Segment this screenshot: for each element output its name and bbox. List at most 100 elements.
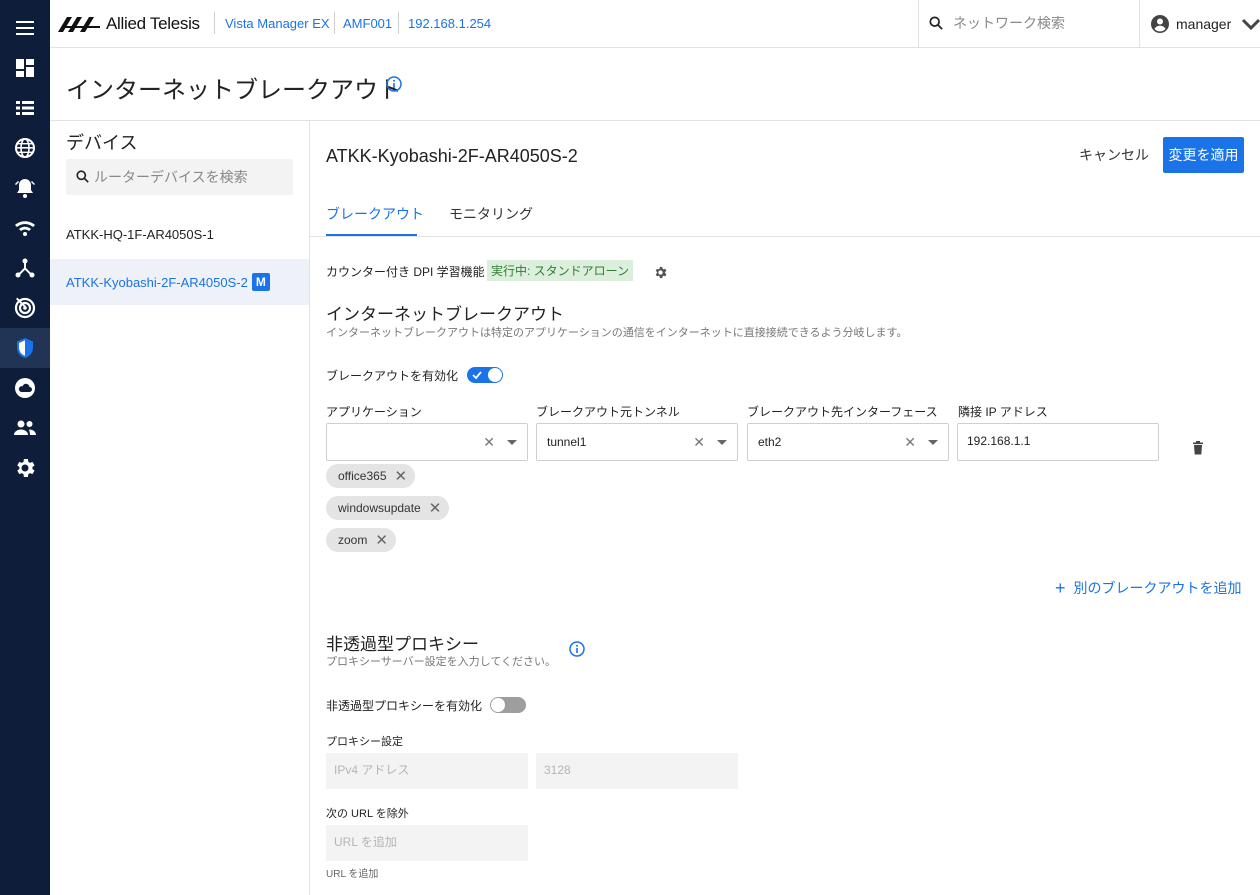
- app-chip: windowsupdate ✕: [326, 496, 450, 520]
- list-icon[interactable]: [0, 88, 50, 128]
- breadcrumb-product[interactable]: Vista Manager EX: [225, 16, 330, 31]
- exclude-url-input[interactable]: [334, 835, 514, 849]
- toggle-knob: [491, 698, 505, 712]
- proxy-section-title: 非透過型プロキシー: [326, 635, 479, 654]
- dropdown-caret-icon: [507, 440, 517, 445]
- app-chip: zoom ✕: [326, 528, 396, 552]
- settings-gear-icon[interactable]: [653, 265, 668, 280]
- account-icon: [1151, 15, 1169, 33]
- gear-icon[interactable]: [0, 448, 50, 488]
- tunnel-select-value: tunnel1: [547, 435, 587, 449]
- proxy-port-input[interactable]: [544, 763, 724, 777]
- device-search: [66, 159, 293, 195]
- divider: [398, 12, 399, 34]
- tunnel-select[interactable]: tunnel1 ✕: [536, 423, 738, 461]
- chevron-down-icon: [1242, 18, 1260, 31]
- app-chip-label: office365: [338, 469, 387, 483]
- network-search: [918, 0, 1140, 47]
- active-tab-indicator: [326, 234, 417, 236]
- breadcrumb-area[interactable]: AMF001: [343, 16, 392, 31]
- interface-select-value: eth2: [758, 435, 782, 449]
- clear-icon[interactable]: ✕: [693, 434, 705, 451]
- exclude-url-label: 次の URL を除外: [326, 808, 409, 820]
- divider: [214, 12, 215, 34]
- allied-telesis-logo-icon: [58, 17, 100, 32]
- breadcrumb-ip[interactable]: 192.168.1.254: [408, 16, 491, 31]
- globe-icon[interactable]: [0, 128, 50, 168]
- breakout-toggle[interactable]: [467, 367, 503, 383]
- tab-breakout[interactable]: ブレークアウト: [326, 204, 424, 224]
- user-menu[interactable]: manager: [1150, 14, 1260, 34]
- proxy-section-description: プロキシーサーバー設定を入力してください。: [326, 656, 557, 668]
- exclude-url-field: [326, 825, 528, 861]
- network-search-input[interactable]: [953, 12, 1133, 34]
- proxy-toggle[interactable]: [490, 697, 526, 713]
- column-header-interface: ブレークアウト先インターフェース: [747, 405, 938, 419]
- breakout-toggle-label: ブレークアウトを有効化: [326, 369, 459, 383]
- menu-icon[interactable]: [0, 8, 50, 48]
- tab-bar: ブレークアウト モニタリング: [310, 191, 1260, 237]
- plus-icon: +: [1055, 578, 1066, 598]
- topology-icon[interactable]: [0, 248, 50, 288]
- interface-select[interactable]: eth2 ✕: [747, 423, 949, 461]
- brand-name: Allied Telesis: [106, 14, 200, 33]
- master-badge: M: [251, 273, 270, 291]
- cloud-icon[interactable]: [0, 368, 50, 408]
- app-chip-label: zoom: [338, 533, 368, 547]
- proxy-settings-label: プロキシー設定: [326, 736, 403, 748]
- device-item-label: ATKK-Kyobashi-2F-AR4050S-2: [66, 274, 248, 290]
- breakout-section-description: インターネットブレークアウトは特定のアプリケーションの通信をインターネットに直接…: [326, 327, 908, 339]
- proxy-ipv4-field: [326, 753, 528, 789]
- add-breakout-label: 別のブレークアウトを追加: [1073, 580, 1242, 596]
- divider: [334, 12, 335, 34]
- device-panel-title: デバイス: [66, 133, 138, 153]
- remove-chip-icon[interactable]: ✕: [375, 533, 388, 548]
- column-header-application: アプリケーション: [326, 405, 422, 419]
- status-badge: 実行中: スタンドアローン: [487, 260, 634, 281]
- dashboard-icon[interactable]: [0, 48, 50, 88]
- device-item-selected[interactable]: ATKK-Kyobashi-2F-AR4050S-2 M: [50, 259, 309, 305]
- dropdown-caret-icon: [717, 440, 727, 445]
- people-icon[interactable]: [0, 408, 50, 448]
- radar-icon[interactable]: [0, 288, 50, 328]
- search-icon: [929, 16, 943, 30]
- app-chip: office365 ✕: [326, 464, 416, 488]
- clear-icon[interactable]: ✕: [904, 434, 916, 451]
- proxy-toggle-label: 非透過型プロキシーを有効化: [326, 699, 483, 713]
- application-select[interactable]: ✕: [326, 423, 528, 461]
- column-header-neighbor-ip: 隣接 IP アドレス: [958, 405, 1048, 419]
- device-item[interactable]: ATKK-HQ-1F-AR4050S-1: [50, 211, 309, 257]
- selected-device-name: ATKK-Kyobashi-2F-AR4050S-2: [326, 146, 578, 166]
- search-icon: [76, 170, 89, 183]
- add-breakout-link[interactable]: + 別のブレークアウトを追加: [1055, 578, 1242, 598]
- brand-logo[interactable]: Allied Telesis: [58, 12, 200, 36]
- clear-icon[interactable]: ✕: [483, 434, 495, 451]
- device-item-label: ATKK-HQ-1F-AR4050S-1: [66, 226, 214, 242]
- top-bar: Allied Telesis Vista Manager EX AMF001 1…: [50, 0, 1260, 48]
- page-title: インターネットブレークアウト: [66, 77, 402, 104]
- remove-chip-icon[interactable]: ✕: [395, 469, 408, 484]
- tab-monitoring[interactable]: モニタリング: [449, 204, 533, 224]
- info-icon[interactable]: [386, 76, 402, 92]
- wifi-icon[interactable]: [0, 208, 50, 248]
- device-search-input[interactable]: [94, 166, 284, 188]
- cancel-button[interactable]: キャンセル: [1074, 137, 1154, 173]
- neighbor-ip-input[interactable]: [967, 434, 1147, 448]
- nav-rail: [0, 0, 50, 895]
- breakout-section-title: インターネットブレークアウト: [326, 305, 564, 324]
- dropdown-caret-icon: [928, 440, 938, 445]
- remove-chip-icon[interactable]: ✕: [429, 501, 442, 516]
- shield-icon[interactable]: [0, 328, 50, 368]
- proxy-port-field: [536, 753, 738, 789]
- apply-button[interactable]: 変更を適用: [1163, 137, 1244, 173]
- main-panel: ATKK-Kyobashi-2F-AR4050S-2 キャンセル 変更を適用 ブ…: [310, 120, 1260, 895]
- column-header-tunnel: ブレークアウト元トンネル: [536, 405, 680, 419]
- alarm-icon[interactable]: [0, 168, 50, 208]
- url-hint: URL を追加: [326, 869, 379, 880]
- neighbor-ip-field: [957, 423, 1159, 461]
- info-icon[interactable]: [569, 641, 585, 657]
- proxy-ipv4-input[interactable]: [334, 763, 514, 777]
- delete-icon[interactable]: [1191, 441, 1205, 455]
- app-chip-label: windowsupdate: [338, 501, 421, 515]
- toggle-knob: [488, 368, 502, 382]
